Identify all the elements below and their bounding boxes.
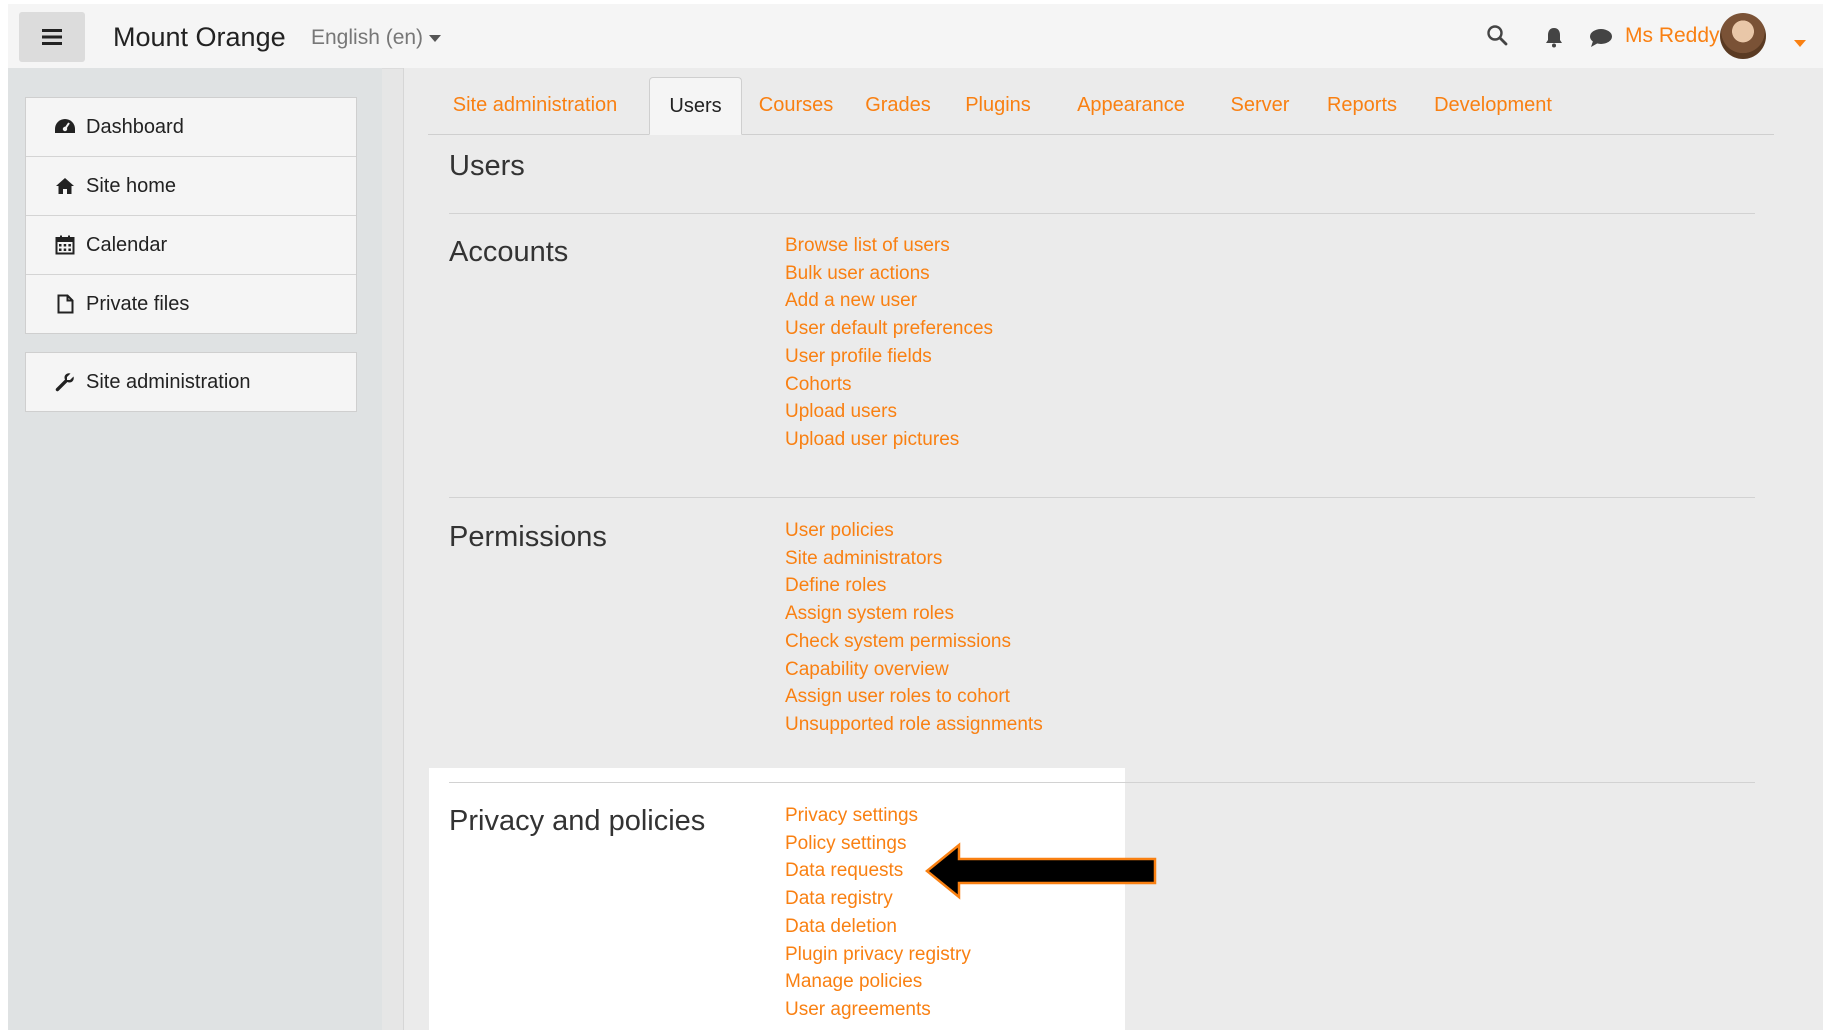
sidebar-item-label: Dashboard <box>86 115 184 138</box>
link-assign-system-roles[interactable]: Assign system roles <box>785 600 1043 628</box>
link-bulk-user-actions[interactable]: Bulk user actions <box>785 260 993 288</box>
chat-icon[interactable] <box>1589 28 1613 48</box>
site-name[interactable]: Mount Orange <box>113 22 286 53</box>
link-plugin-privacy-registry[interactable]: Plugin privacy registry <box>785 941 971 969</box>
chevron-down-icon <box>1794 40 1806 47</box>
sidebar-item-label: Site home <box>86 174 177 197</box>
nav-drawer: Dashboard Site home Calendar Private fil… <box>8 68 382 1030</box>
app-window: Mount Orange English (en) Ms Reddy Dashb… <box>8 4 1823 1030</box>
divider <box>449 213 1755 214</box>
user-name[interactable]: Ms Reddy <box>1625 24 1720 48</box>
menu-icon <box>42 29 62 45</box>
link-capability-overview[interactable]: Capability overview <box>785 656 1043 684</box>
menu-toggle-button[interactable] <box>19 12 85 62</box>
avatar[interactable] <box>1720 13 1766 59</box>
sidebar-item-site-home[interactable]: Site home <box>26 157 356 216</box>
arrow-left-icon <box>925 842 1157 900</box>
language-label: English (en) <box>311 26 424 49</box>
link-upload-users[interactable]: Upload users <box>785 398 993 426</box>
sidebar-item-dashboard[interactable]: Dashboard <box>26 98 356 157</box>
tab-site-administration[interactable]: Site administration <box>428 77 642 134</box>
link-user-agreements[interactable]: User agreements <box>785 996 971 1024</box>
link-assign-user-roles-to-cohort[interactable]: Assign user roles to cohort <box>785 683 1043 711</box>
page-title: Users <box>449 150 525 182</box>
link-manage-policies[interactable]: Manage policies <box>785 968 971 996</box>
top-navbar: Mount Orange English (en) Ms Reddy <box>8 4 1823 69</box>
link-user-default-preferences[interactable]: User default preferences <box>785 315 993 343</box>
tab-plugins[interactable]: Plugins <box>944 77 1052 134</box>
dashboard-icon <box>54 117 76 137</box>
language-selector[interactable]: English (en) <box>311 26 442 50</box>
link-cohorts[interactable]: Cohorts <box>785 371 993 399</box>
link-user-policies[interactable]: User policies <box>785 517 1043 545</box>
link-user-profile-fields[interactable]: User profile fields <box>785 343 993 371</box>
link-unsupported-role-assignments[interactable]: Unsupported role assignments <box>785 711 1043 739</box>
sidebar-item-label: Private files <box>86 292 190 315</box>
sidebar-item-calendar[interactable]: Calendar <box>26 216 356 275</box>
home-icon <box>54 176 76 196</box>
tab-reports[interactable]: Reports <box>1310 77 1414 134</box>
section-title-privacy-and-policies: Privacy and policies <box>449 805 706 837</box>
tab-users[interactable]: Users <box>649 77 742 135</box>
wrench-icon <box>54 372 76 392</box>
nav-block-admin: Site administration <box>25 352 357 412</box>
permissions-link-list: User policies Site administrators Define… <box>785 517 1043 739</box>
tab-grades[interactable]: Grades <box>852 77 944 134</box>
link-privacy-settings[interactable]: Privacy settings <box>785 802 971 830</box>
tab-courses[interactable]: Courses <box>740 77 852 134</box>
sidebar-item-label: Calendar <box>86 233 168 256</box>
file-icon <box>54 294 76 314</box>
link-upload-user-pictures[interactable]: Upload user pictures <box>785 426 993 454</box>
nav-block-main: Dashboard Site home Calendar Private fil… <box>25 97 357 334</box>
link-data-deletion[interactable]: Data deletion <box>785 913 971 941</box>
bell-icon[interactable] <box>1543 26 1565 48</box>
link-define-roles[interactable]: Define roles <box>785 572 1043 600</box>
link-check-system-permissions[interactable]: Check system permissions <box>785 628 1043 656</box>
calendar-icon <box>54 235 76 255</box>
privacy-link-list: Privacy settings Policy settings Data re… <box>785 802 971 1024</box>
chevron-down-icon <box>429 34 442 42</box>
divider <box>449 497 1755 498</box>
link-browse-list-of-users[interactable]: Browse list of users <box>785 232 993 260</box>
sidebar-item-private-files[interactable]: Private files <box>26 275 356 333</box>
admin-tabs: Site administration Users Courses Grades… <box>428 77 1774 135</box>
tab-server[interactable]: Server <box>1210 77 1310 134</box>
section-title-permissions: Permissions <box>449 521 607 553</box>
section-title-accounts: Accounts <box>449 236 569 268</box>
divider <box>449 782 1129 783</box>
sidebar-item-site-administration[interactable]: Site administration <box>26 353 356 411</box>
tab-development[interactable]: Development <box>1414 77 1572 134</box>
sidebar-item-label: Site administration <box>86 370 251 393</box>
search-icon[interactable] <box>1486 24 1508 46</box>
link-site-administrators[interactable]: Site administrators <box>785 545 1043 573</box>
accounts-link-list: Browse list of users Bulk user actions A… <box>785 232 993 454</box>
tab-appearance[interactable]: Appearance <box>1052 77 1210 134</box>
link-add-a-new-user[interactable]: Add a new user <box>785 287 993 315</box>
user-menu-toggle[interactable] <box>1794 34 1806 52</box>
